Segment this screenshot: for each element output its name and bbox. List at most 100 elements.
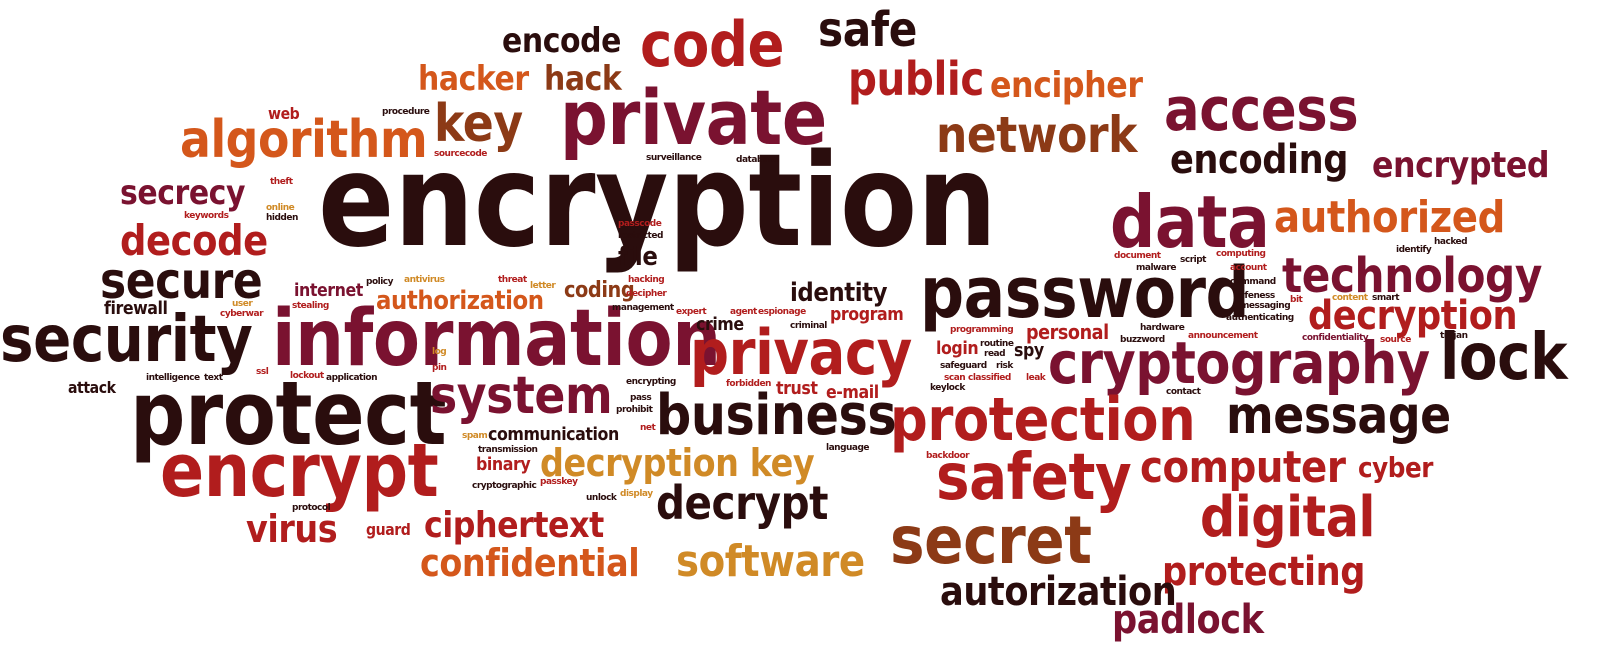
word-messaging: messaging xyxy=(1240,301,1291,311)
word-ciphertext: ciphertext xyxy=(424,505,604,546)
word-document: document xyxy=(1114,251,1161,261)
word-secrecy: secrecy xyxy=(120,173,246,213)
word-encoding: encoding xyxy=(1170,137,1348,183)
word-message: message xyxy=(1226,386,1451,446)
word-hacking: hacking xyxy=(628,275,665,285)
word-firewall: firewall xyxy=(104,298,168,319)
word-letter: letter xyxy=(530,281,556,291)
word-display: display xyxy=(620,489,653,499)
word-protocol: protocol xyxy=(292,503,331,513)
word-hidden: hidden xyxy=(266,213,298,223)
word-data: data xyxy=(1110,180,1270,264)
word-contact: contact xyxy=(1166,387,1201,397)
word-source: source xyxy=(1380,335,1411,345)
word-prohibit: prohibit xyxy=(616,405,653,415)
word-unlock: unlock xyxy=(586,493,617,503)
word-read: read xyxy=(984,349,1006,359)
word-announcement: announcement xyxy=(1188,331,1258,341)
word-policy: policy xyxy=(366,277,394,287)
word-command: command xyxy=(1230,277,1276,287)
word-pin: pin xyxy=(432,363,447,373)
word-routine: routine xyxy=(980,339,1014,349)
word-cryptographic: cryptographic xyxy=(472,481,537,491)
word-smart: smart xyxy=(1372,293,1400,303)
word-confidential: confidential xyxy=(420,541,640,585)
word-internet: internet xyxy=(294,280,363,301)
word-decrypt: decrypt xyxy=(656,476,829,530)
word-personal: personal xyxy=(1026,320,1109,344)
word-web: web xyxy=(268,104,300,123)
word-binary: binary xyxy=(476,454,531,475)
word-cyber: cyber xyxy=(1358,451,1433,484)
word-text: text xyxy=(204,373,223,383)
word-file: file xyxy=(618,242,658,272)
word-access: access xyxy=(1164,75,1359,145)
word-safeguard: safeguard xyxy=(940,361,987,371)
word-classified: classified xyxy=(968,373,1011,383)
word-safeness: safeness xyxy=(1234,291,1275,301)
word-identity: identity xyxy=(790,278,888,308)
word-scan: scan xyxy=(944,373,966,383)
word-passcode: passcode xyxy=(618,219,662,229)
word-net: net xyxy=(640,423,656,433)
word-account: account xyxy=(1230,263,1267,273)
word-encode: encode xyxy=(502,21,621,61)
word-network: network xyxy=(936,106,1137,164)
word-keywords: keywords xyxy=(184,211,229,221)
word-transmission: transmission xyxy=(478,445,538,455)
word-program: program xyxy=(830,304,904,325)
word-script: script xyxy=(1180,255,1206,265)
word-passkey: passkey xyxy=(540,477,578,487)
word-encrypting: encrypting xyxy=(626,377,676,387)
word-identify: identify xyxy=(1396,245,1432,255)
word-hacker: hacker xyxy=(418,59,529,99)
word-espionage: espionage xyxy=(758,307,806,317)
word-confidentiality: confidentiality xyxy=(1302,333,1369,343)
word-private: private xyxy=(560,73,827,162)
word-computer: computer xyxy=(1140,442,1346,493)
word-hacked: hacked xyxy=(1434,237,1468,247)
word-spy: spy xyxy=(1014,340,1044,361)
word-system: system xyxy=(430,366,613,426)
word-encrypt: encrypt xyxy=(160,428,439,514)
word-hardware: hardware xyxy=(1140,323,1185,333)
word-trojan: trojan xyxy=(1440,331,1468,341)
word-agent: agent xyxy=(730,307,757,317)
word-login: login xyxy=(936,338,979,359)
word-public: public xyxy=(848,52,984,106)
word-theft: theft xyxy=(270,177,293,187)
word-criminal: criminal xyxy=(790,321,827,331)
word-communication: communication xyxy=(488,424,619,445)
word-stealing: stealing xyxy=(292,301,329,311)
word-restricted: restricted xyxy=(618,231,663,241)
word-software: software xyxy=(676,536,865,587)
word-intelligence: intelligence xyxy=(146,373,200,383)
word-digital: digital xyxy=(1200,485,1375,550)
word-language: language xyxy=(826,443,870,453)
word-keylock: keylock xyxy=(930,383,965,393)
word-user: user xyxy=(232,299,253,309)
word-lockout: lockout xyxy=(290,371,324,381)
word-programming: programming xyxy=(950,325,1014,335)
word-log: log xyxy=(432,347,447,357)
word-secret: secret xyxy=(890,502,1092,579)
word-authorization: authorization xyxy=(376,286,544,316)
word-encrypted: encrypted xyxy=(1372,145,1550,186)
word-management: management xyxy=(612,303,674,313)
word-password: password xyxy=(920,252,1250,334)
word-spam: spam xyxy=(462,431,488,441)
word-backdoor: backdoor xyxy=(926,451,970,461)
word-malware: malware xyxy=(1136,263,1176,273)
word-computing: computing xyxy=(1216,249,1266,259)
word-forbidden: forbidden xyxy=(726,379,771,389)
word-risk: risk xyxy=(996,361,1013,371)
word-bit: bit xyxy=(1290,295,1303,305)
word-pass: pass xyxy=(630,393,652,403)
word-guard: guard xyxy=(366,520,411,539)
word-code: code xyxy=(640,8,785,81)
word-sourcecode: sourcecode xyxy=(434,149,487,159)
word-database: database xyxy=(736,155,779,165)
word-decipher: decipher xyxy=(626,289,667,299)
word-surveillance: surveillance xyxy=(646,153,702,163)
word-buzzword: buzzword xyxy=(1120,335,1165,345)
